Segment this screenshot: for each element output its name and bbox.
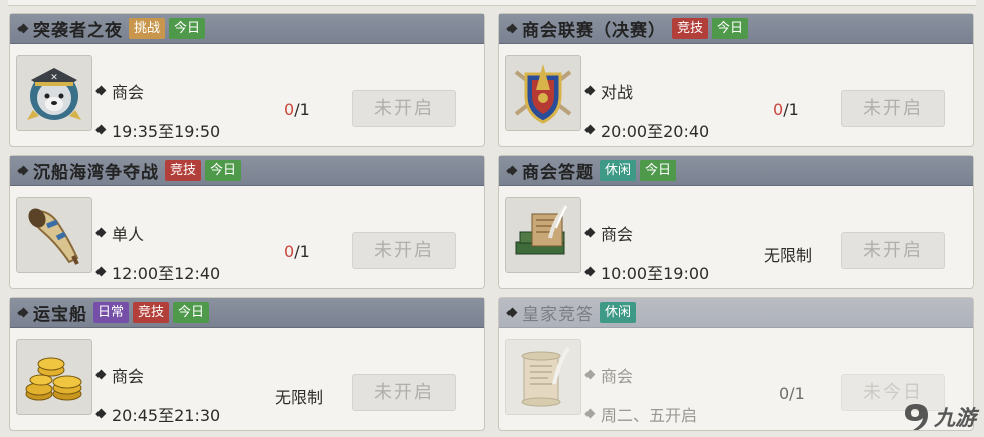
participation-type: 商会 [601, 225, 634, 244]
unlimited-label: 无限制 [275, 388, 324, 407]
diamond-bullet-icon [96, 369, 108, 381]
books-quill-icon [505, 197, 581, 273]
tag-daily: 日常 [93, 302, 130, 323]
card-header: 沉船海湾争夺战 竞技 今日 [10, 156, 484, 186]
tag-leisure: 休闲 [600, 302, 637, 323]
card-header: 皇家竞答 休闲 [499, 298, 973, 328]
schedule-time: 20:45至21:30 [112, 406, 221, 425]
schedule-time: 10:00至19:00 [601, 264, 710, 283]
not-open-button[interactable]: 未开启 [352, 90, 456, 127]
diamond-bullet-icon [585, 408, 597, 420]
card-header: 突袭者之夜 挑战 今日 [10, 14, 484, 44]
nine-game-logo-icon [905, 404, 928, 430]
card-title: 商会答题 [522, 163, 594, 183]
wolf-pirate-emblem-icon: ✕ [16, 55, 92, 131]
participation-type: 商会 [112, 367, 145, 386]
diamond-bullet-icon [585, 124, 597, 136]
diamond-bullet-icon [585, 227, 597, 239]
card-title: 沉船海湾争夺战 [33, 163, 159, 183]
horn-icon [16, 197, 92, 273]
diamond-bullet-icon [18, 23, 30, 35]
card-header: 商会答题 休闲 今日 [499, 156, 973, 186]
not-open-button[interactable]: 未开启 [352, 232, 456, 269]
diamond-bullet-icon [18, 165, 30, 177]
diamond-bullet-icon [18, 307, 30, 319]
diamond-bullet-icon [585, 369, 597, 381]
card-title: 皇家竞答 [522, 305, 594, 325]
not-open-button[interactable]: 未开启 [841, 90, 945, 127]
progress-count: 0/1 [284, 100, 310, 119]
participation-type: 单人 [112, 225, 145, 244]
not-open-button[interactable]: 未开启 [841, 232, 945, 269]
diamond-bullet-icon [507, 23, 519, 35]
diamond-bullet-icon [96, 124, 108, 136]
card-header: 商会联赛（决赛） 竞技 今日 [499, 14, 973, 44]
progress-count: 0/1 [779, 384, 805, 403]
activity-card-guild-quiz[interactable]: 商会答题 休闲 今日 商会 10:00至19:00 无限制 未开启 [498, 155, 974, 289]
tag-challenge: 挑战 [129, 18, 166, 39]
tag-today: 今日 [169, 18, 206, 39]
activity-card-shipwreck-bay[interactable]: 沉船海湾争夺战 竞技 今日 单人 12:00至12:40 0/1 未开启 [9, 155, 485, 289]
tag-leisure: 休闲 [600, 160, 637, 181]
schedule-time: 周二、五开启 [601, 406, 698, 425]
card-title: 突袭者之夜 [33, 21, 123, 41]
progress-count: 0/1 [773, 100, 799, 119]
schedule-time: 12:00至12:40 [112, 264, 221, 283]
diamond-bullet-icon [96, 408, 108, 420]
card-title: 商会联赛（决赛） [522, 21, 666, 41]
card-title: 运宝船 [33, 305, 87, 325]
previous-row-edge [8, 0, 976, 6]
svg-text:✕: ✕ [50, 73, 58, 83]
tag-today: 今日 [173, 302, 210, 323]
card-header: 运宝船 日常 竞技 今日 [10, 298, 484, 328]
activity-card-treasure-ship[interactable]: 运宝船 日常 竞技 今日 商会 20:45至21:30 无限制 未开启 [9, 297, 485, 431]
diamond-bullet-icon [507, 307, 519, 319]
diamond-bullet-icon [585, 266, 597, 278]
schedule-time: 20:00至20:40 [601, 122, 710, 141]
diamond-bullet-icon [96, 266, 108, 278]
unlimited-label: 无限制 [764, 246, 813, 265]
not-open-button[interactable]: 未开启 [352, 374, 456, 411]
activity-card-league-final[interactable]: 商会联赛（决赛） 竞技 今日 对战 20:00至20:40 0/1 未开启 [498, 13, 974, 147]
shield-swords-emblem-icon [505, 55, 581, 131]
participation-type: 商会 [112, 83, 145, 102]
tag-today: 今日 [205, 160, 242, 181]
tag-today: 今日 [712, 18, 749, 39]
watermark: 九游 [900, 401, 976, 433]
schedule-time: 19:35至19:50 [112, 122, 221, 141]
diamond-bullet-icon [507, 165, 519, 177]
gold-coins-icon [16, 339, 92, 415]
participation-type: 对战 [601, 83, 634, 102]
participation-type: 商会 [601, 367, 634, 386]
tag-compete: 竞技 [672, 18, 709, 39]
scroll-quill-icon [505, 339, 581, 415]
activity-card-raider-night[interactable]: 突袭者之夜 挑战 今日 ✕ 商会 19:35至19:50 0/1 未开启 [9, 13, 485, 147]
diamond-bullet-icon [96, 85, 108, 97]
tag-compete: 竞技 [133, 302, 170, 323]
diamond-bullet-icon [585, 85, 597, 97]
tag-compete: 竞技 [165, 160, 202, 181]
progress-count: 0/1 [284, 242, 310, 261]
diamond-bullet-icon [96, 227, 108, 239]
watermark-text: 九游 [934, 406, 976, 430]
tag-today: 今日 [640, 160, 677, 181]
